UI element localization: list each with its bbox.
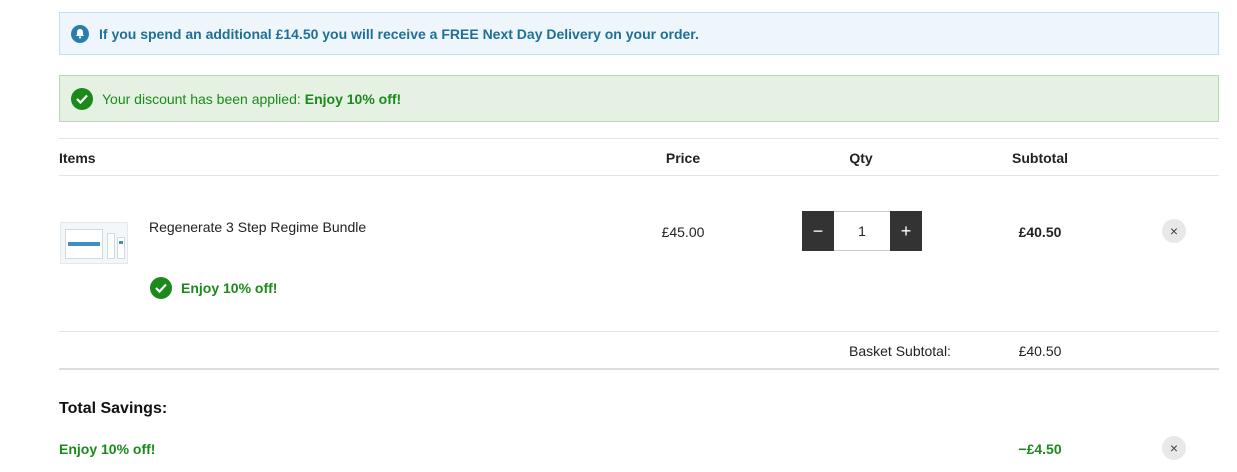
delivery-notice-text: If you spend an additional £14.50 you wi… [99,25,699,42]
bell-icon [71,24,89,43]
table-header-divider [59,175,1219,176]
discount-applied-banner: Your discount has been applied: Enjoy 10… [59,75,1219,122]
column-header-items: Items [59,150,96,166]
subtotal-divider [59,368,1219,370]
column-header-subtotal: Subtotal [1012,150,1068,166]
basket-page: If you spend an additional £14.50 you wi… [0,0,1237,472]
increase-quantity-button[interactable]: + [890,211,922,251]
decrease-quantity-button[interactable]: − [802,211,834,251]
basket-subtotal-label: Basket Subtotal: [849,343,951,359]
product-name-link[interactable]: Regenerate 3 Step Regime Bundle [149,219,366,235]
item-row-divider [59,331,1219,332]
item-price: £45.00 [661,224,705,240]
discount-applied-text: Your discount has been applied: [102,90,301,107]
item-promo: Enjoy 10% off! [150,277,277,299]
savings-row-label: Enjoy 10% off! [59,441,156,457]
delivery-notice-banner: If you spend an additional £14.50 you wi… [59,12,1219,55]
remove-item-button[interactable]: × [1162,219,1186,243]
item-promo-label: Enjoy 10% off! [181,280,278,296]
close-icon: × [1169,223,1179,239]
basket-subtotal-value: £40.50 [1018,343,1062,359]
table-top-divider [59,138,1219,139]
remove-discount-button[interactable]: × [1162,436,1186,460]
discount-highlight: Enjoy 10% off! [304,90,402,107]
item-subtotal: £40.50 [1018,224,1062,240]
savings-row-value: −£4.50 [1018,441,1062,457]
product-thumbnail[interactable] [60,222,128,264]
quantity-stepper: − + [802,211,922,251]
check-circle-icon [71,87,93,110]
quantity-input[interactable] [834,211,890,251]
total-savings-title: Total Savings: [59,400,168,417]
column-header-price: Price [665,150,701,166]
close-icon: × [1169,440,1179,456]
column-header-qty: Qty [849,150,873,166]
check-circle-icon [150,277,172,299]
